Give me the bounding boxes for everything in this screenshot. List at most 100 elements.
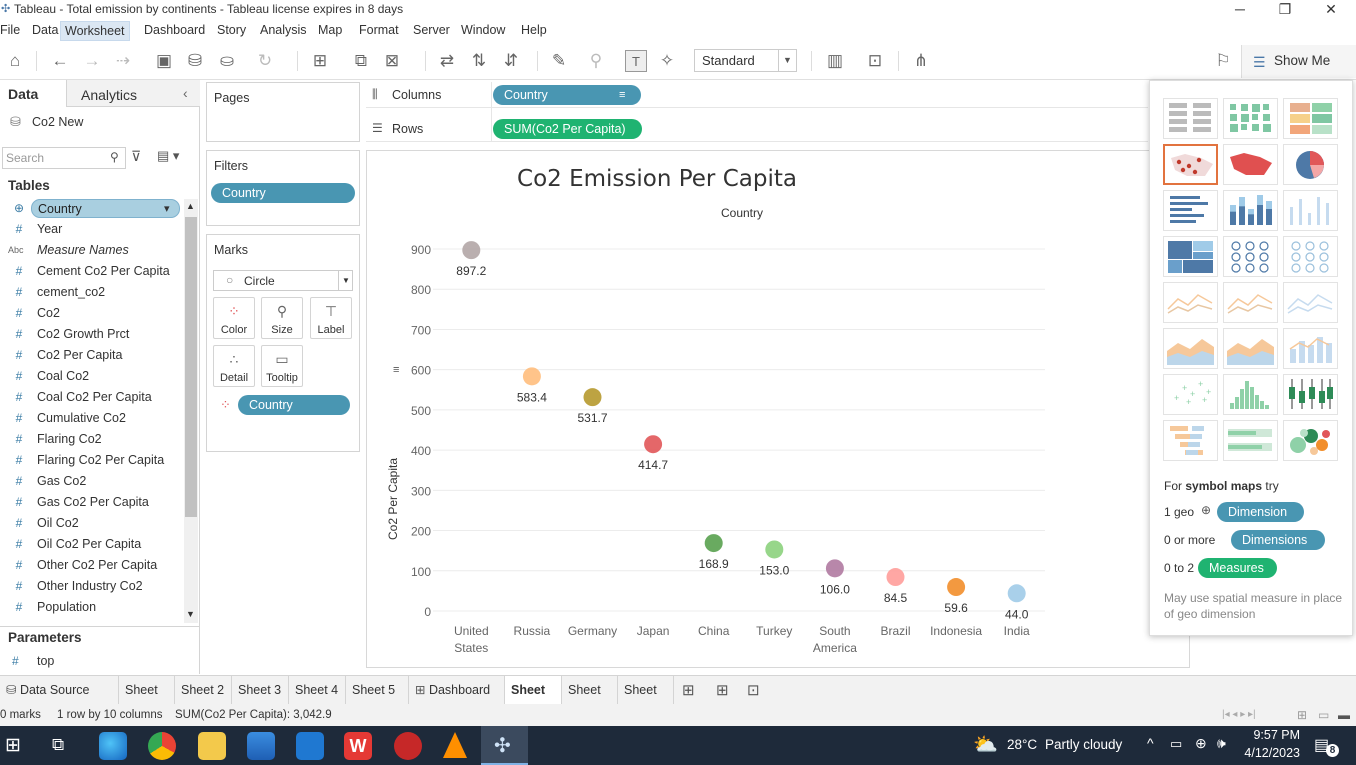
new-worksheet-tab-icon[interactable]: ⊞ xyxy=(682,681,695,699)
undo-icon[interactable]: ← xyxy=(49,50,71,72)
tooltip-button[interactable]: ▭ Tooltip xyxy=(261,345,303,387)
close-icon[interactable]: ✕ xyxy=(1308,0,1354,20)
menu-story[interactable]: Story xyxy=(217,23,246,37)
horizontal-bars-thumb[interactable] xyxy=(1163,190,1218,231)
dual-lines-thumb[interactable] xyxy=(1283,282,1338,323)
side-by-side-circles-thumb[interactable] xyxy=(1283,236,1338,277)
replay-icon[interactable]: ⇢ xyxy=(112,50,134,72)
home-icon[interactable]: ⌂ xyxy=(4,50,26,72)
stacked-bars-thumb[interactable] xyxy=(1223,190,1278,231)
pie-chart-thumb[interactable] xyxy=(1283,144,1338,185)
tray-chevron-icon[interactable]: ^ xyxy=(1147,735,1154,751)
show-me-button[interactable]: ☰ Show Me xyxy=(1241,45,1356,78)
menu-server[interactable]: Server xyxy=(413,23,450,37)
store-icon[interactable] xyxy=(247,732,275,760)
sort-ascending-icon[interactable]: ⇅ xyxy=(468,50,490,72)
file-explorer-icon[interactable] xyxy=(198,732,226,760)
packed-bubbles-thumb[interactable] xyxy=(1283,420,1338,461)
histogram-thumb[interactable] xyxy=(1223,374,1278,415)
menu-help[interactable]: Help xyxy=(521,23,547,37)
data-point[interactable] xyxy=(462,241,481,260)
treemap-thumb[interactable] xyxy=(1163,236,1218,277)
swap-rows-columns-icon[interactable]: ⇄ xyxy=(436,50,458,72)
vlc-icon[interactable] xyxy=(443,732,467,758)
area-discrete-thumb[interactable] xyxy=(1223,328,1278,369)
field-year[interactable]: # Year xyxy=(0,219,183,240)
new-dashboard-tab-icon[interactable]: ⊞ xyxy=(716,681,729,699)
scatter-chart[interactable]: Co2 Emission Per Capita Country Co2 Per Ca… xyxy=(367,151,1189,667)
menu-data[interactable]: Data xyxy=(32,23,58,37)
tableau-taskbar-button[interactable]: ✣ xyxy=(481,726,528,765)
size-button[interactable]: ⚲ Size xyxy=(261,297,303,339)
label-button[interactable]: ⊤ Label xyxy=(310,297,352,339)
fit-dropdown[interactable]: Standard ▼ xyxy=(694,49,797,72)
tabs-view-icon[interactable]: ▬ xyxy=(1338,704,1350,726)
data-point[interactable] xyxy=(765,540,784,559)
sheet-tab-data-source[interactable]: ⛁ Data Source xyxy=(0,676,119,704)
symbol-map-thumb[interactable] xyxy=(1163,144,1218,185)
scroll-thumb[interactable] xyxy=(185,217,197,517)
box-whisker-thumb[interactable] xyxy=(1283,374,1338,415)
windows-start-icon[interactable]: ⊞ xyxy=(5,734,21,757)
group-members-icon[interactable]: ⚲ xyxy=(585,50,607,72)
field-coal-co2[interactable]: # Coal Co2 xyxy=(0,366,183,387)
mail-icon[interactable] xyxy=(296,732,324,760)
detail-button[interactable]: ∴ Detail xyxy=(213,345,255,387)
field-cement-co2[interactable]: # cement_co2 xyxy=(0,282,183,303)
sheet-tab-sheet-5[interactable]: Sheet 5 xyxy=(346,676,409,704)
presentation-mode-icon[interactable]: ⊡ xyxy=(864,50,886,72)
chevron-down-icon[interactable]: ▾ xyxy=(164,200,170,219)
pause-updates-icon[interactable]: ⛀ xyxy=(216,50,238,72)
sheet-tab-sheet-6[interactable]: Sheet 6 xyxy=(505,676,562,725)
collapse-chevron-icon[interactable]: ‹ xyxy=(183,85,188,101)
clock-time[interactable]: 9:57 PM xyxy=(1250,728,1300,742)
sheet-tab-sheet-8[interactable]: Sheet 8 xyxy=(618,676,674,725)
field-cumulative-co2[interactable]: # Cumulative Co2 xyxy=(0,408,183,429)
scroll-down-icon[interactable]: ▼ xyxy=(186,609,195,619)
marks-pill-country[interactable]: Country xyxy=(238,395,350,415)
sheet-sorter-icon[interactable]: ⊞ xyxy=(1297,704,1307,726)
save-icon[interactable]: ▣ xyxy=(153,50,175,72)
sort-descending-icon[interactable]: ⇵ xyxy=(500,50,522,72)
menu-map[interactable]: Map xyxy=(318,23,342,37)
field-flaring-co2-per-capita[interactable]: # Flaring Co2 Per Capita xyxy=(0,450,183,471)
sheet-tab-sheet-3[interactable]: Sheet 3 xyxy=(232,676,289,704)
field-co2-per-capita[interactable]: # Co2 Per Capita xyxy=(0,345,183,366)
minimize-icon[interactable]: ─ xyxy=(1217,0,1263,20)
clear-sheet-icon[interactable]: ⊠ xyxy=(381,50,403,72)
highlight-table-thumb[interactable] xyxy=(1283,98,1338,139)
data-point[interactable] xyxy=(644,435,663,454)
new-worksheet-icon[interactable]: ⊞ xyxy=(309,50,331,72)
wps-icon[interactable]: W xyxy=(344,732,372,760)
field-list-scrollbar[interactable]: ▲ ▼ xyxy=(184,199,198,623)
view-options-icon[interactable]: ▤ ▾ xyxy=(157,148,179,164)
filter-icon[interactable]: ⊽ xyxy=(131,148,141,165)
parameter-top[interactable]: top xyxy=(37,654,54,668)
menu-format[interactable]: Format xyxy=(359,23,399,37)
share-icon[interactable]: ⋔ xyxy=(910,50,932,72)
menu-dashboard[interactable]: Dashboard xyxy=(144,23,205,37)
field-measure-names[interactable]: Abc Measure Names xyxy=(0,240,183,261)
sheet-tab-sheet-1[interactable]: Sheet 1 xyxy=(119,676,175,725)
field-population[interactable]: # Population xyxy=(0,597,183,618)
menu-file[interactable]: File xyxy=(0,23,20,37)
heat-map-thumb[interactable] xyxy=(1223,98,1278,139)
chrome-icon[interactable] xyxy=(148,732,176,760)
data-point[interactable] xyxy=(704,534,723,553)
circle-views-thumb[interactable] xyxy=(1223,236,1278,277)
sheet-tab-sheet-2[interactable]: Sheet 2 xyxy=(175,676,232,704)
columns-pill-country[interactable]: Country ≡ xyxy=(493,85,641,105)
highlight-icon[interactable]: ✎ xyxy=(548,50,570,72)
filled-map-thumb[interactable] xyxy=(1223,144,1278,185)
volume-icon[interactable]: 🕪 xyxy=(1217,735,1226,752)
tab-data[interactable]: Data xyxy=(0,80,66,107)
scatter-plot-thumb[interactable]: + + + + + + + xyxy=(1163,374,1218,415)
tab-analytics[interactable]: Analytics ‹ xyxy=(66,80,200,107)
columns-shelf[interactable]: ⫼ Columns Country ≡ xyxy=(366,82,1148,142)
field-cement-co2-per-capita[interactable]: # Cement Co2 Per Capita xyxy=(0,261,183,282)
sort-icon[interactable]: ≡ xyxy=(619,85,625,105)
weather-icon[interactable]: ⛅ xyxy=(973,732,998,757)
field-country[interactable]: ⊕ Country ▾ xyxy=(0,198,183,219)
fix-axes-icon[interactable]: ✧ xyxy=(656,50,678,72)
axis-sort-icon[interactable]: ≡ xyxy=(393,364,399,376)
